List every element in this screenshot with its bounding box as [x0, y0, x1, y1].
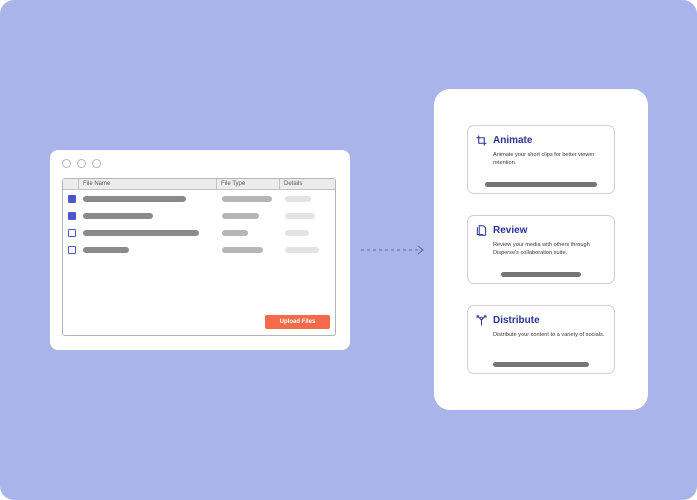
- file-table: File Name File Type Details Upload Files: [62, 178, 336, 336]
- header-file-name[interactable]: File Name: [79, 179, 217, 189]
- dashed-arrow-connector: [361, 245, 424, 255]
- feature-progress-bar: [501, 272, 581, 277]
- details-placeholder: [285, 196, 311, 202]
- file-type-placeholder: [222, 230, 248, 236]
- feature-description: Animate your short clips for better view…: [493, 152, 595, 166]
- file-type-placeholder: [222, 247, 263, 253]
- feature-description: Review your media with others through Di…: [493, 242, 590, 256]
- details-placeholder: [285, 213, 315, 219]
- window-close-dot[interactable]: [62, 159, 71, 168]
- feature-title: Review: [493, 225, 528, 236]
- split-arrows-icon: [476, 315, 487, 326]
- window-maximize-dot[interactable]: [92, 159, 101, 168]
- table-row[interactable]: [63, 227, 335, 239]
- crop-icon: [476, 135, 487, 146]
- row-checkbox[interactable]: [68, 195, 76, 203]
- feature-card-animate[interactable]: Animate Animate your short clips for bet…: [467, 125, 615, 194]
- table-row[interactable]: [63, 210, 335, 222]
- file-name-placeholder: [83, 247, 129, 253]
- feature-title: Animate: [493, 135, 533, 146]
- header-select: [63, 179, 79, 189]
- row-checkbox[interactable]: [68, 212, 76, 220]
- header-details[interactable]: Details: [280, 179, 337, 189]
- row-checkbox[interactable]: [68, 229, 76, 237]
- file-name-placeholder: [83, 230, 199, 236]
- file-name-placeholder: [83, 213, 153, 219]
- file-type-placeholder: [222, 196, 272, 202]
- features-panel: Animate Animate your short clips for bet…: [434, 89, 648, 410]
- feature-title: Distribute: [493, 315, 540, 326]
- header-file-type[interactable]: File Type: [217, 179, 280, 189]
- feature-card-review[interactable]: Review Review your media with others thr…: [467, 215, 615, 284]
- table-header: File Name File Type Details: [63, 179, 335, 190]
- feature-progress-bar: [485, 182, 597, 187]
- illustration-background: File Name File Type Details Upload Files…: [0, 0, 697, 500]
- upload-files-button[interactable]: Upload Files: [265, 315, 330, 329]
- table-row[interactable]: [63, 244, 335, 256]
- table-row[interactable]: [63, 193, 335, 205]
- file-manager-window: File Name File Type Details Upload Files: [50, 150, 350, 350]
- feature-description: Distribute your content to a variety of …: [493, 332, 605, 338]
- details-placeholder: [285, 230, 309, 236]
- window-controls: [62, 159, 101, 168]
- file-type-placeholder: [222, 213, 259, 219]
- window-minimize-dot[interactable]: [77, 159, 86, 168]
- feature-progress-bar: [493, 362, 589, 367]
- row-checkbox[interactable]: [68, 246, 76, 254]
- details-placeholder: [285, 247, 319, 253]
- file-name-placeholder: [83, 196, 186, 202]
- copy-icon: [476, 225, 487, 236]
- feature-card-distribute[interactable]: Distribute Distribute your content to a …: [467, 305, 615, 374]
